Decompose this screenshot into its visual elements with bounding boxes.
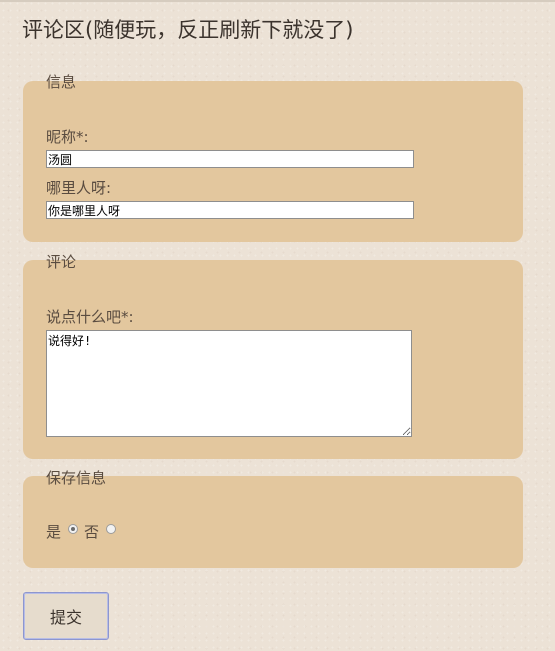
save-info-legend: 保存信息	[46, 469, 107, 487]
radio-no-label: 否	[84, 523, 100, 541]
comment-legend: 评论	[46, 253, 77, 271]
page-title: 评论区(随便玩，反正刷新下就没了)	[22, 18, 354, 42]
radio-no[interactable]	[106, 524, 116, 534]
comment-label: 说点什么吧*:	[46, 308, 134, 326]
submit-button[interactable]: 提交	[23, 592, 109, 640]
location-label: 哪里人呀:	[46, 179, 112, 197]
info-legend: 信息	[46, 73, 77, 91]
nickname-label: 昵称*:	[46, 128, 89, 146]
top-border	[0, 0, 555, 2]
location-input[interactable]	[46, 201, 414, 219]
radio-yes[interactable]	[68, 524, 78, 534]
comment-textarea[interactable]: 说得好!	[46, 330, 412, 437]
nickname-input[interactable]	[46, 150, 414, 168]
radio-yes-label: 是	[46, 523, 62, 541]
